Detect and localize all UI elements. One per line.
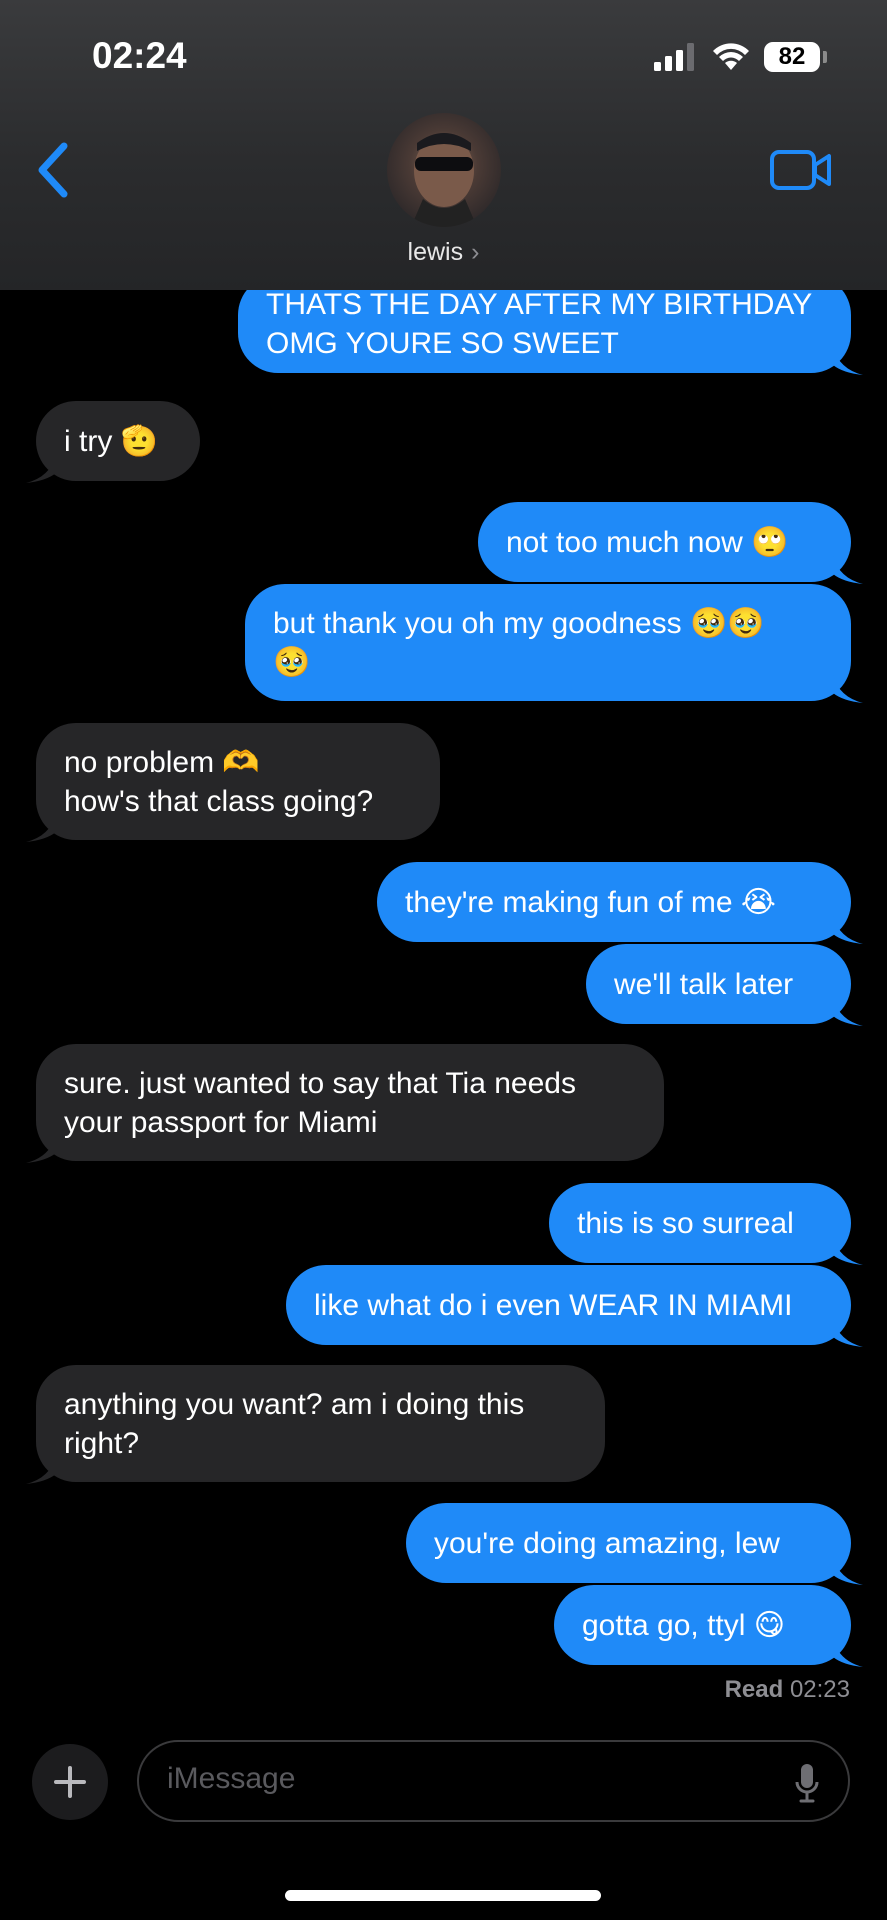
status-bar-time: 02:24 xyxy=(92,35,187,76)
wifi-icon xyxy=(713,43,749,70)
chevron-right-icon: › xyxy=(471,238,480,266)
contact-name-text: lewis xyxy=(407,238,464,266)
message-bubble-outgoing[interactable]: this is so surreal xyxy=(549,1183,863,1265)
read-receipt: Read 02:23 xyxy=(725,1676,850,1704)
microphone-icon[interactable] xyxy=(794,1762,820,1804)
bubble-tail xyxy=(833,556,863,584)
battery-level: 82 xyxy=(764,42,820,72)
contact-name[interactable]: lewis › xyxy=(0,238,887,267)
message-bubble-outgoing[interactable]: we'll talk later xyxy=(586,944,863,1026)
avatar-photo xyxy=(411,133,477,227)
message-bubble-incoming[interactable]: anything you want? am i doing this right… xyxy=(26,1365,605,1484)
bubble-tail xyxy=(26,1456,56,1484)
bubble-tail xyxy=(833,1557,863,1585)
read-time: 02:23 xyxy=(789,1676,850,1703)
bubble-tail xyxy=(833,916,863,944)
back-chevron-icon[interactable] xyxy=(30,140,78,200)
bubble-tail xyxy=(26,814,56,842)
bubble-tail xyxy=(833,347,863,375)
message-bubble-incoming[interactable]: sure. just wanted to say that Tia needs … xyxy=(26,1044,664,1163)
bubble-tail xyxy=(833,1237,863,1265)
conversation-header: 02:24 82 lewis › xyxy=(0,0,887,290)
read-label: Read xyxy=(724,1676,784,1703)
message-bubble-outgoing[interactable]: like what do i even WEAR IN MIAMI xyxy=(286,1265,863,1347)
bubble-tail xyxy=(833,1639,863,1667)
contact-avatar[interactable] xyxy=(387,113,501,227)
message-bubble-incoming[interactable]: i try 🫡 xyxy=(26,401,200,483)
battery-icon: 82 xyxy=(764,42,827,72)
bubble-tail xyxy=(833,998,863,1026)
message-bubble-outgoing[interactable]: not too much now 🙄 xyxy=(478,502,863,584)
bubble-tail xyxy=(26,1135,56,1163)
bubble-tail xyxy=(833,675,863,703)
home-indicator[interactable] xyxy=(285,1890,601,1901)
message-bubble-outgoing[interactable]: but thank you oh my goodness 🥹🥹 🥹 xyxy=(245,584,863,703)
bubble-tail xyxy=(26,455,56,483)
message-bubble-outgoing[interactable]: gotta go, ttyl 😋 xyxy=(554,1585,863,1667)
status-bar-icons: 82 xyxy=(654,42,827,72)
message-input-placeholder: iMessage xyxy=(167,1762,296,1795)
video-camera-icon[interactable] xyxy=(769,148,833,192)
apps-plus-button[interactable] xyxy=(32,1744,108,1820)
message-bubble-outgoing[interactable]: you're doing amazing, lew xyxy=(406,1503,863,1585)
plus-icon xyxy=(54,1766,86,1798)
message-bubble-incoming[interactable]: no problem 🫶 how's that class going? xyxy=(26,723,440,842)
message-input[interactable]: iMessage xyxy=(137,1740,850,1822)
bubble-tail xyxy=(833,1319,863,1347)
message-bubble-outgoing[interactable]: they're making fun of me 😭 xyxy=(377,862,863,944)
signal-bars-icon xyxy=(654,43,694,71)
